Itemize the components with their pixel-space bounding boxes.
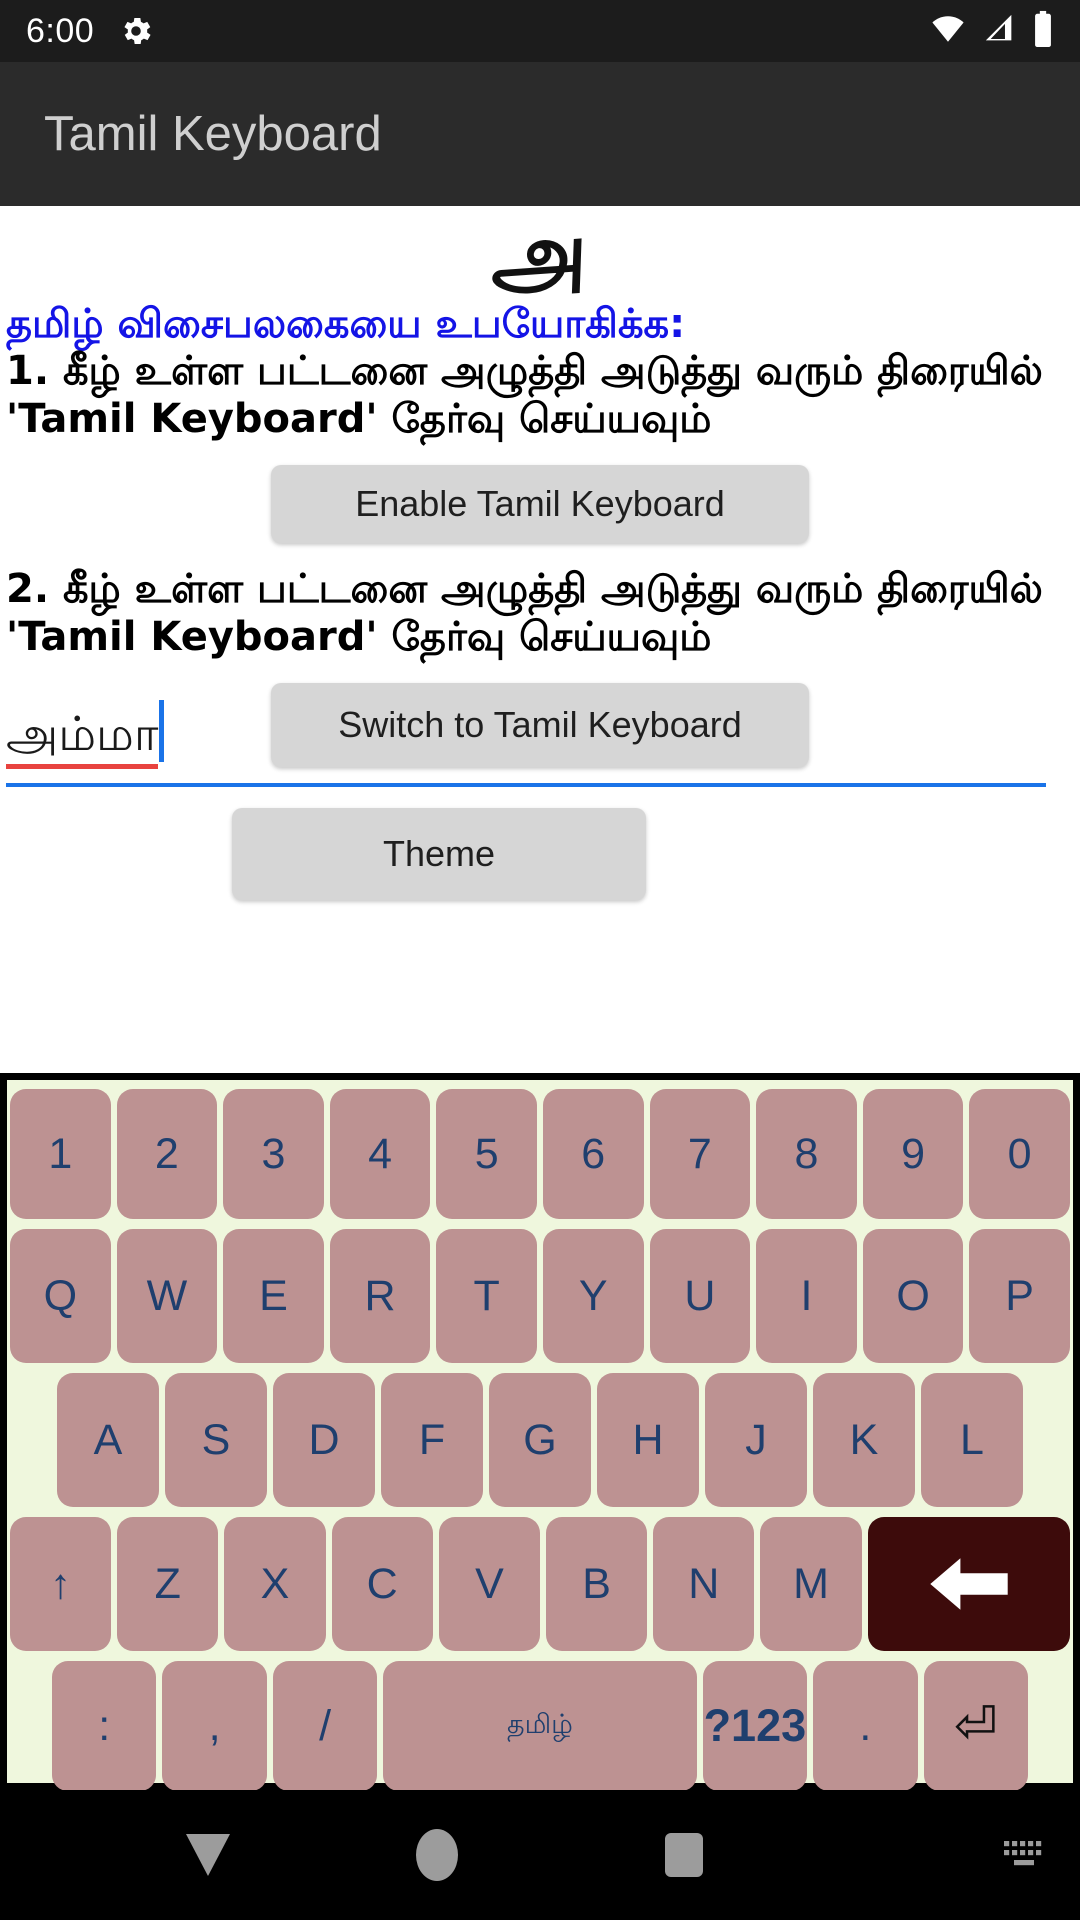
keyboard-row-bottom-row: :, / தமிழ் ?123. ⏎: [7, 1656, 1073, 1796]
page-title: Tamil Keyboard: [44, 107, 382, 161]
key-q[interactable]: Q: [10, 1229, 111, 1363]
recents-square: [665, 1833, 703, 1877]
cell-signal-icon: [981, 12, 1019, 51]
text-input-field[interactable]: அம்மா: [0, 700, 1080, 787]
key-y[interactable]: Y: [542, 1229, 644, 1363]
theme-button-row: Theme: [232, 808, 646, 900]
phone-screen: 6:00 Tamil Keyboard அ தமிழ் விசைபலகையை உ…: [0, 0, 1080, 1920]
key-2[interactable]: 2: [116, 1089, 218, 1219]
app-bar: Tamil Keyboard: [0, 62, 1080, 206]
enable-tamil-keyboard-button[interactable]: Enable Tamil Keyboard: [271, 464, 809, 543]
tamil-letter-a-logo: அ: [490, 206, 590, 309]
key-s[interactable]: S: [165, 1373, 267, 1507]
main-content: அ தமிழ் விசைபலகையை உபயோகிக்க: 1. கீழ் உள…: [0, 206, 1080, 1073]
battery-icon: [1032, 10, 1054, 53]
key-o[interactable]: O: [862, 1229, 964, 1363]
key-colon[interactable]: :: [52, 1661, 157, 1791]
key-t[interactable]: T: [436, 1229, 537, 1363]
instruction-step-2: 2. கீழ் உள்ள பட்டனை அழுத்தி அடுத்து வரும…: [6, 565, 1043, 660]
keyboard-row-zxcv-row: ↑ Z X C V B N M: [7, 1512, 1073, 1656]
key-d[interactable]: D: [273, 1373, 375, 1507]
key-x[interactable]: X: [224, 1517, 326, 1651]
text-input-inner[interactable]: அம்மா: [6, 700, 1046, 787]
key-9[interactable]: 9: [862, 1089, 964, 1219]
backspace-arrow-icon: [930, 1558, 1008, 1610]
keyboard-row-qwerty-row: QWERTYUIOP: [7, 1224, 1073, 1368]
key-u[interactable]: U: [649, 1229, 751, 1363]
key-w[interactable]: W: [116, 1229, 218, 1363]
key-comma[interactable]: ,: [162, 1661, 267, 1791]
status-icons: [928, 10, 1054, 53]
key-m[interactable]: M: [760, 1517, 862, 1651]
recents-icon[interactable]: [665, 1833, 703, 1877]
key-period[interactable]: .: [813, 1661, 918, 1791]
wifi-icon: [928, 12, 968, 51]
key-enter[interactable]: ⏎: [923, 1661, 1028, 1791]
tamil-keyboard[interactable]: 1234567890 QWERTYUIOP ASDFGHJKL ↑ Z X C V B N M…: [0, 1073, 1080, 1791]
status-bar: 6:00: [0, 0, 1080, 62]
instructions-heading: தமிழ் விசைபலகையை உபயோகிக்க:: [6, 301, 686, 347]
text-input-underline: [6, 783, 1046, 787]
key-b[interactable]: B: [546, 1517, 648, 1651]
back-icon[interactable]: [186, 1834, 230, 1876]
key-f[interactable]: F: [381, 1373, 483, 1507]
gear-icon: [118, 13, 154, 49]
keyboard-row-number-row: 1234567890: [7, 1080, 1073, 1224]
keyboard-row-asdf-row: ASDFGHJKL: [7, 1368, 1073, 1512]
key-7[interactable]: 7: [649, 1089, 751, 1219]
key-shift[interactable]: ↑: [10, 1517, 112, 1651]
key-symbols[interactable]: ?123: [702, 1661, 808, 1791]
key-4[interactable]: 4: [329, 1089, 431, 1219]
home-icon[interactable]: [416, 1829, 458, 1881]
key-e[interactable]: E: [223, 1229, 324, 1363]
theme-button[interactable]: Theme: [232, 808, 646, 900]
app-logo: அ: [0, 206, 1080, 309]
key-8[interactable]: 8: [756, 1089, 857, 1219]
keyboard-switch-icon[interactable]: [1000, 1835, 1048, 1875]
key-g[interactable]: G: [489, 1373, 591, 1507]
key-r[interactable]: R: [329, 1229, 431, 1363]
key-1[interactable]: 1: [10, 1089, 111, 1219]
key-slash[interactable]: /: [272, 1661, 378, 1791]
text-input-value: அம்மா: [6, 711, 159, 769]
instruction-step-1: 1. கீழ் உள்ள பட்டனை அழுத்தி அடுத்து வரும…: [6, 347, 1043, 442]
key-k[interactable]: K: [813, 1373, 915, 1507]
key-n[interactable]: N: [653, 1517, 755, 1651]
key-v[interactable]: V: [438, 1517, 541, 1651]
key-a[interactable]: A: [57, 1373, 159, 1507]
key-3[interactable]: 3: [223, 1089, 324, 1219]
key-space[interactable]: தமிழ்: [383, 1661, 697, 1791]
home-circle: [416, 1829, 458, 1881]
key-p[interactable]: P: [969, 1229, 1070, 1363]
key-z[interactable]: Z: [117, 1517, 219, 1651]
system-navigation-bar: [0, 1790, 1080, 1920]
key-h[interactable]: H: [597, 1373, 699, 1507]
key-c[interactable]: C: [331, 1517, 433, 1651]
text-cursor: [159, 700, 165, 762]
key-i[interactable]: I: [756, 1229, 857, 1363]
status-time: 6:00: [26, 11, 95, 50]
back-triangle: [186, 1834, 230, 1876]
key-l[interactable]: L: [921, 1373, 1023, 1507]
key-5[interactable]: 5: [436, 1089, 537, 1219]
key-j[interactable]: J: [705, 1373, 807, 1507]
key-backspace[interactable]: [867, 1517, 1071, 1651]
key-6[interactable]: 6: [542, 1089, 644, 1219]
key-0[interactable]: 0: [969, 1089, 1070, 1219]
enable-button-row: Enable Tamil Keyboard: [0, 443, 1080, 543]
